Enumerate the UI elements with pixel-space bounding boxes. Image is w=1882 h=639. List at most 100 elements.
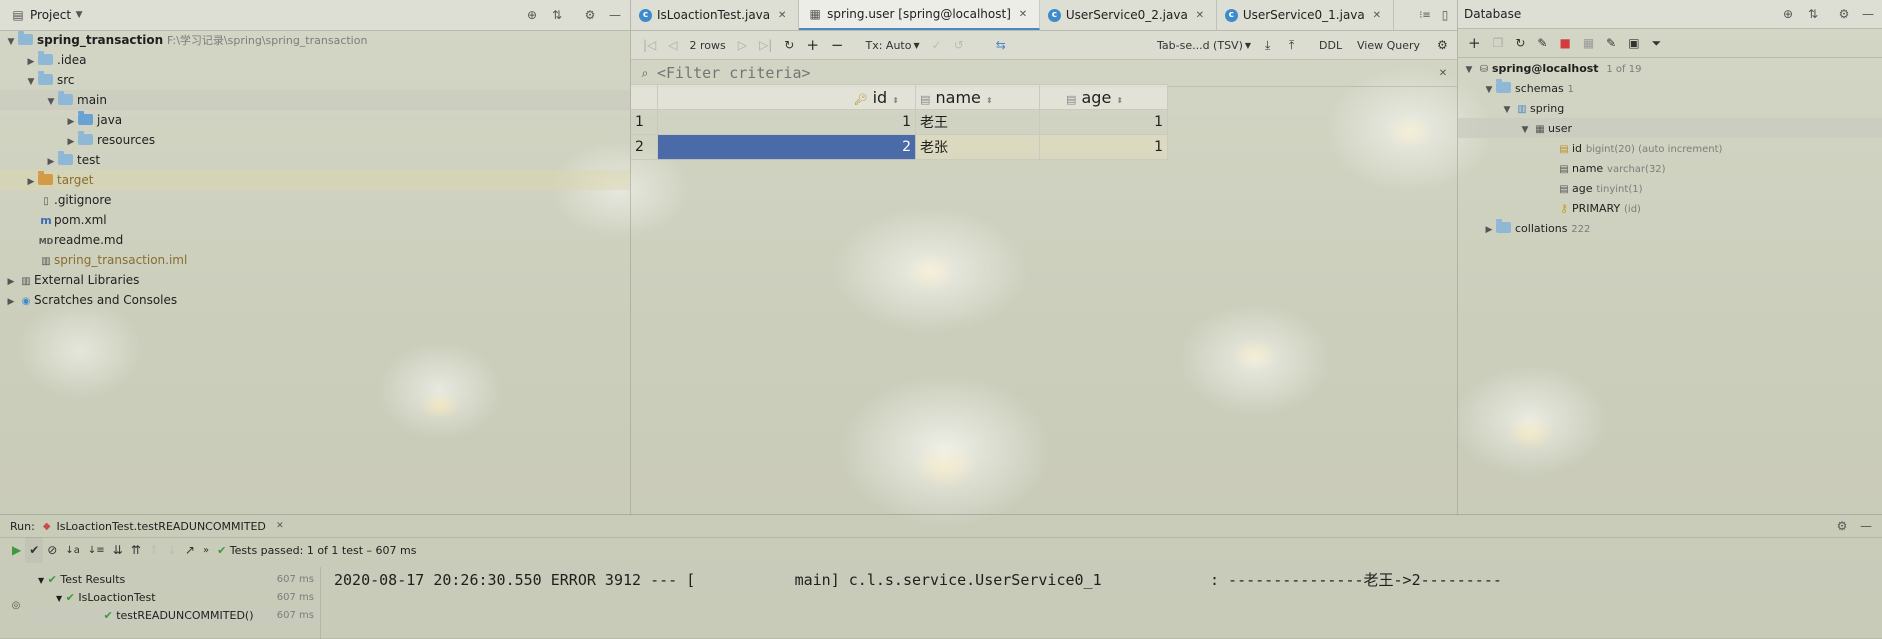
add-icon[interactable]: + [1462,30,1487,56]
tree-item-external-libraries[interactable]: ▶ ▥ External Libraries [4,270,140,292]
chevron-down-icon[interactable]: ▼ [71,7,87,23]
db-tree-schemas[interactable]: ▼ schemas 1 [1482,78,1574,98]
test-result-class[interactable]: ▼ ✔ IsLoactionTest 607 ms [56,589,320,607]
show-passed-icon[interactable]: ✔ [25,537,44,563]
duplicate-icon[interactable]: ❐ [1487,30,1510,56]
db-tree-collations[interactable]: ▶ collations 222 [1482,218,1590,238]
db-tree-key-primary[interactable]: ⚷ PRIMARY (id) [1556,198,1641,218]
tree-item-gitignore[interactable]: ▯ .gitignore [38,190,111,210]
console-icon[interactable]: ▣ [1622,30,1645,56]
cell-id-selected[interactable]: 2 [657,134,916,160]
filter-bar[interactable]: ⌕ ✕ [631,60,1457,87]
db-tree-table-user[interactable]: ▼ ▦ user [1518,118,1572,138]
db-tree-host[interactable]: ▼ ⛁ spring@localhost 1 of 19 [1462,58,1642,80]
compare-icon[interactable]: ⇆ [990,32,1012,58]
expand-arrow-icon[interactable]: ▼ [38,576,44,585]
collapse-all-icon[interactable]: ⇅ [549,7,565,23]
edit-icon[interactable]: ✎ [1600,30,1622,56]
tree-item-iml[interactable]: ▥ spring_transaction.iml [38,250,187,270]
tree-item-src[interactable]: ▼ src [24,70,75,90]
rerun-icon[interactable]: ▶ [8,537,25,563]
hide-icon[interactable]: — [607,7,623,23]
expand-arrow-icon[interactable]: ▼ [4,32,18,52]
prev-failed-icon[interactable]: ↑ [145,537,163,563]
expand-arrow-icon[interactable]: ▶ [4,272,18,292]
sort-duration-icon[interactable]: ↓≡ [84,537,109,563]
tree-item-resources[interactable]: ▶ resources [64,130,155,150]
cell-id[interactable]: 1 [657,109,916,135]
cell-age[interactable]: 1 [1039,109,1168,135]
db-tree-column-age[interactable]: ▤ age tinyint(1) [1556,178,1642,198]
expand-arrow-icon[interactable]: ▶ [4,292,18,312]
sort-icon[interactable]: ⬍ [1116,96,1123,105]
collapse-all-icon[interactable]: ⇈ [127,537,145,563]
run-config-tab[interactable]: ◆ IsLoactionTest.testREADUNCOMMITED ✕ [43,518,288,534]
tree-item-readme[interactable]: MDreadme.md [38,230,124,250]
tree-item-idea[interactable]: ▶ .idea [24,50,87,70]
cell-name[interactable]: 老王 [915,109,1040,135]
tab-list-icon[interactable]: ⁝≡ [1417,7,1433,23]
hide-icon[interactable]: — [1860,6,1876,22]
db-tree-column-id[interactable]: ▤ id bigint(20) (auto increment) [1556,138,1722,158]
gear-icon[interactable]: ⚙ [1834,518,1850,534]
export-icon[interactable]: ↗ [181,537,199,563]
prev-page-icon[interactable]: ◁ [662,32,683,58]
ddl-button[interactable]: DDL [1313,32,1348,58]
view-query-button[interactable]: View Query [1351,32,1426,58]
tree-item-java[interactable]: ▶ java [64,110,122,130]
expand-arrow-icon[interactable]: ▼ [1500,100,1514,120]
expand-arrow-icon[interactable]: ▶ [24,52,38,72]
sort-alpha-icon[interactable]: ↓a [61,537,84,563]
close-icon[interactable]: ✕ [1192,7,1208,23]
sort-icon[interactable]: ⬍ [892,96,899,105]
export-format-select[interactable]: Tab-se...d (TSV) ▼ [1151,32,1257,58]
tree-item-spring-transaction[interactable]: ▼ spring_transaction F:\学习记录\spring\sprin… [4,30,367,50]
collapse-all-icon[interactable]: ⇅ [1805,6,1821,22]
stop-icon[interactable]: ■ [1553,30,1576,56]
gear-icon[interactable]: ⚙ [582,7,598,23]
more-icon[interactable]: » [199,537,213,563]
clear-filter-icon[interactable]: ✕ [1435,65,1451,81]
split-icon[interactable]: ▯ [1437,7,1453,23]
gear-icon[interactable]: ⚙ [1431,32,1454,58]
tree-item-test[interactable]: ▶ test [44,150,100,170]
expand-arrow-icon[interactable]: ▶ [64,132,78,152]
show-ignored-icon[interactable]: ⊘ [43,537,61,563]
commit-icon[interactable]: ✓ [926,32,948,58]
tree-item-scratches[interactable]: ▶ ◉ Scratches and Consoles [4,290,178,312]
expand-arrow-icon[interactable]: ▼ [1482,80,1496,100]
db-tree-schema-spring[interactable]: ▼ ▥ spring [1500,98,1565,120]
expand-arrow-icon[interactable]: ▼ [56,594,62,603]
close-icon[interactable]: ✕ [774,7,790,23]
tree-item-pom[interactable]: m pom.xml [38,210,106,230]
project-title[interactable]: Project [30,8,71,22]
column-header-age[interactable]: ▤ age ⬍ [1039,84,1168,110]
expand-arrow-icon[interactable]: ▼ [44,92,58,112]
table-row[interactable]: 2 2 老张 1 [631,134,1168,160]
upload-icon[interactable]: ⤒ [1283,32,1300,58]
table-editor-icon[interactable]: ▦ [1577,30,1600,56]
camera-icon[interactable]: ◎ [8,598,24,614]
first-page-icon[interactable]: |◁ [637,32,662,58]
cell-age[interactable]: 1 [1039,134,1168,160]
tab-userservice0-2[interactable]: c UserService0_2.java ✕ [1040,0,1217,30]
expand-all-icon[interactable]: ⇊ [109,537,127,563]
filter-icon[interactable]: ⏷ [1646,30,1668,56]
tab-isloactiontest[interactable]: c IsLoactionTest.java ✕ [631,0,800,30]
expand-arrow-icon[interactable]: ▼ [1518,120,1532,140]
rows-count[interactable]: 2 rows [684,32,732,58]
tree-item-main[interactable]: ▼ main [44,90,107,110]
tab-spring-user[interactable]: ▦ spring.user [spring@localhost] ✕ [799,0,1040,30]
rollback-icon[interactable]: ↺ [948,32,970,58]
column-header-id[interactable]: 🔑︎ id ⬍ [657,84,916,110]
refresh-icon[interactable]: ↻ [778,32,800,58]
expand-arrow-icon[interactable]: ▼ [1462,60,1476,80]
locate-icon[interactable]: ⊕ [524,7,540,23]
close-icon[interactable]: ✕ [1015,6,1031,22]
last-page-icon[interactable]: ▷| [753,32,778,58]
cell-name[interactable]: 老张 [915,134,1040,160]
sort-icon[interactable]: ⬍ [986,96,993,105]
next-failed-icon[interactable]: ↓ [163,537,181,563]
next-page-icon[interactable]: ▷ [732,32,753,58]
properties-icon[interactable]: ✎ [1531,30,1553,56]
